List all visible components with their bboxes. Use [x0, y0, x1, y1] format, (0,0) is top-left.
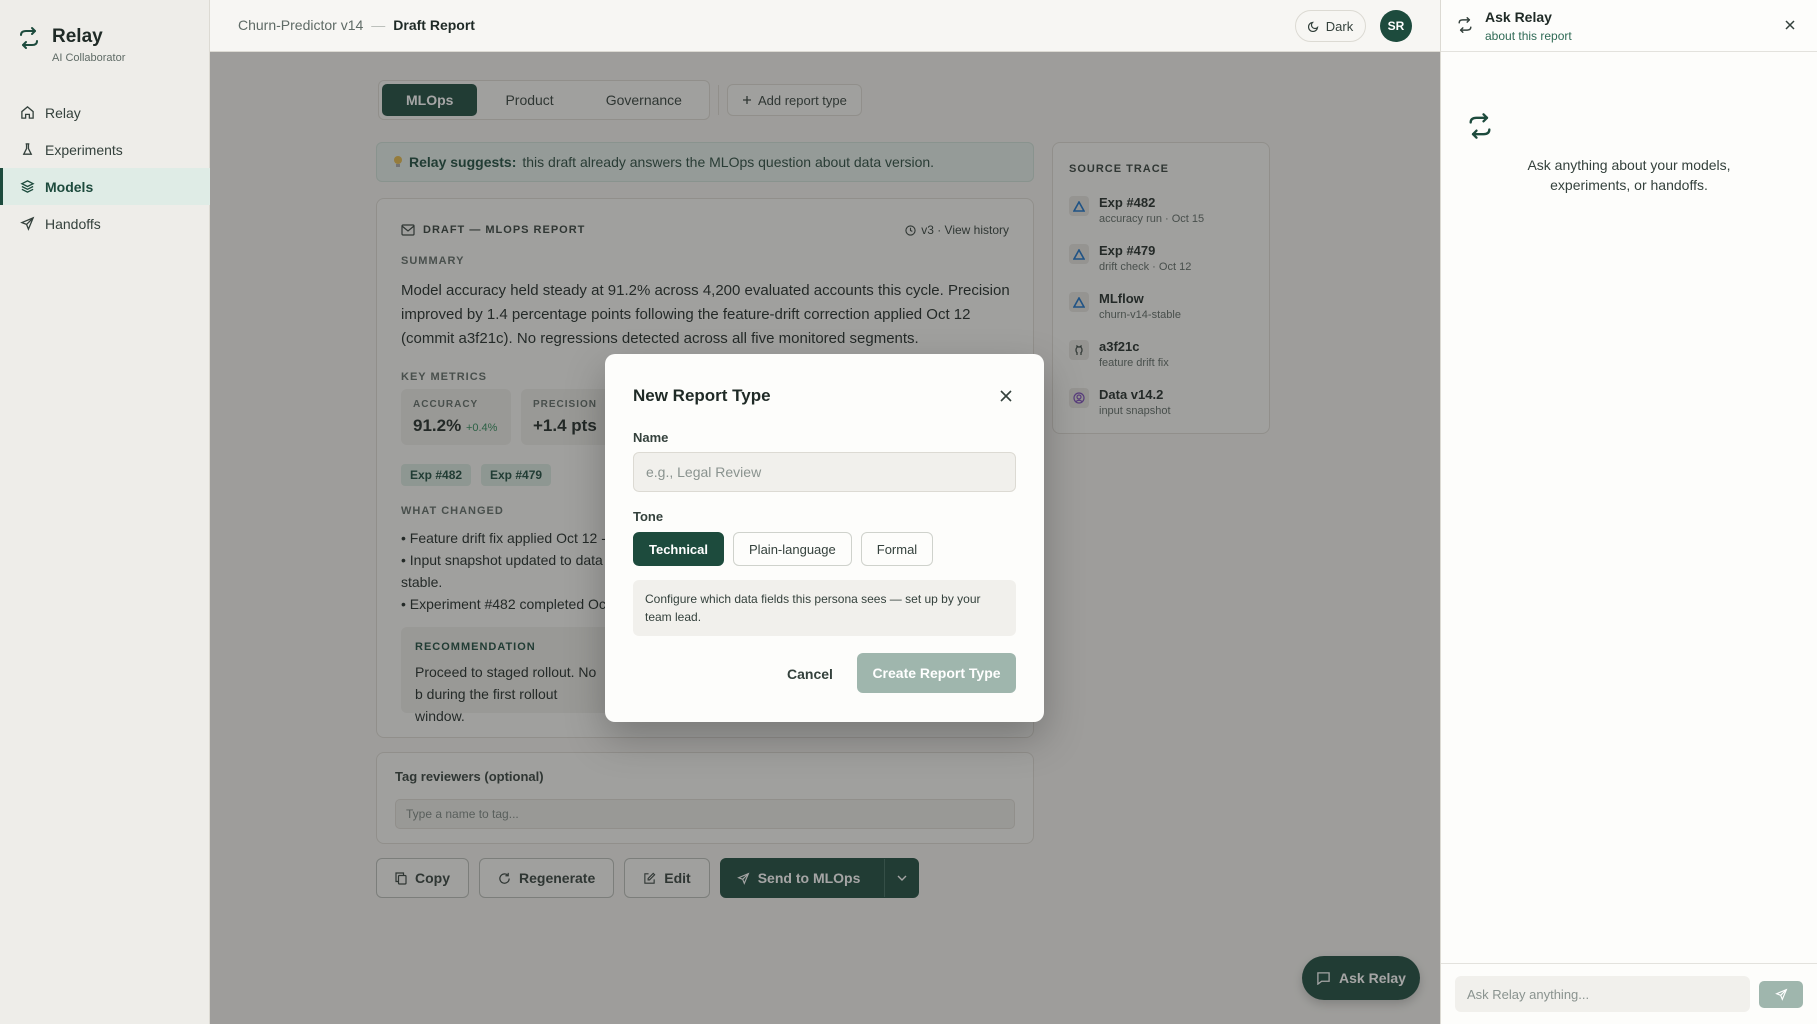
send-message-button[interactable]: [1759, 981, 1803, 1008]
brand-name: Relay: [52, 26, 103, 47]
home-icon: [20, 105, 35, 120]
moon-icon: [1307, 20, 1320, 32]
tone-label: Tone: [633, 509, 664, 524]
new-report-type-dialog: New Report Type Name e.g., Legal Review …: [605, 354, 1044, 722]
tone-formal-button[interactable]: Formal: [860, 532, 934, 566]
dialog-title: New Report Type: [633, 386, 771, 405]
sidebar-item-relay[interactable]: Relay: [0, 94, 210, 131]
breadcrumb-current: Draft Report: [393, 17, 475, 33]
theme-toggle-button[interactable]: Dark: [1295, 10, 1366, 42]
breadcrumb-parent[interactable]: Churn-Predictor v14: [238, 17, 363, 33]
ask-panel-empty-text: Ask anything about your models, experime…: [1527, 157, 1731, 193]
close-icon[interactable]: [1784, 19, 1796, 31]
avatar[interactable]: SR: [1380, 10, 1412, 42]
ask-panel-header: Ask Relay about this report: [1441, 0, 1817, 52]
ask-panel-title: Ask Relay: [1485, 9, 1552, 25]
persona-note: Configure which data fields this persona…: [633, 580, 1016, 636]
brand[interactable]: Relay AI Collaborator: [18, 26, 125, 64]
name-label: Name: [633, 430, 669, 445]
sidebar-item-handoffs[interactable]: Handoffs: [0, 205, 210, 242]
relay-logo-icon: [18, 26, 40, 50]
tone-technical-button[interactable]: Technical: [633, 532, 725, 566]
tone-plain-language-button[interactable]: Plain-language: [733, 532, 852, 566]
send-icon: [1774, 988, 1788, 1001]
layers-icon: [20, 179, 35, 194]
sidebar-nav: Relay Experiments Models Handoffs: [0, 94, 210, 242]
sidebar-item-label: Experiments: [45, 141, 123, 158]
sidebar-item-models[interactable]: Models: [0, 168, 210, 205]
ask-panel-footer: Ask Relay anything...: [1441, 963, 1817, 1024]
brand-tagline: AI Collaborator: [52, 52, 126, 64]
create-report-type-button[interactable]: Create Report Type: [857, 653, 1016, 693]
close-icon[interactable]: [998, 388, 1014, 404]
top-bar: Churn-Predictor v14 — Draft Report Dark …: [210, 0, 1440, 52]
tone-options: Technical Plain-language Formal: [633, 532, 934, 566]
theme-toggle-label: Dark: [1325, 18, 1354, 34]
breadcrumb-separator: —: [371, 17, 386, 33]
relay-logo-icon: [1467, 112, 1493, 140]
flask-icon: [20, 142, 35, 157]
sidebar-item-label: Models: [45, 178, 94, 195]
ask-relay-input[interactable]: Ask Relay anything...: [1455, 976, 1750, 1012]
sidebar-item-label: Handoffs: [45, 215, 101, 232]
send-icon: [20, 216, 35, 231]
sidebar: Relay AI Collaborator Relay Experiments …: [0, 0, 210, 1024]
breadcrumb: Churn-Predictor v14 — Draft Report: [238, 17, 475, 33]
relay-logo-icon: [1457, 16, 1473, 34]
sidebar-item-label: Relay: [45, 104, 81, 121]
ask-panel-subtitle: about this report: [1485, 29, 1572, 43]
sidebar-item-experiments[interactable]: Experiments: [0, 131, 210, 168]
cancel-button[interactable]: Cancel: [770, 654, 850, 694]
name-input[interactable]: e.g., Legal Review: [633, 452, 1016, 492]
ask-relay-panel: Ask Relay about this report Ask anything…: [1440, 0, 1817, 1024]
